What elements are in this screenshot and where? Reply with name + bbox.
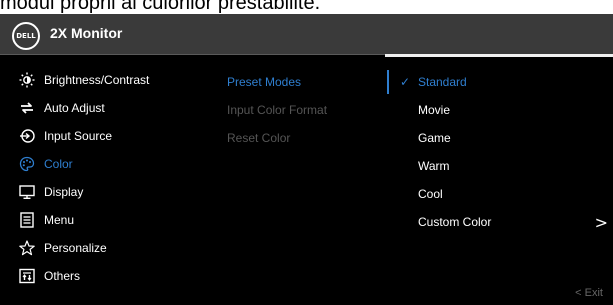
brightness-icon <box>18 71 36 89</box>
menu-item-label: Personalize <box>44 241 107 255</box>
menu-item-label: Color <box>44 157 73 171</box>
menu-item-input-source[interactable]: Input Source <box>18 124 112 148</box>
menu-item-label: Brightness/Contrast <box>44 73 150 87</box>
menu-item-label: Auto Adjust <box>44 101 105 115</box>
option-warm[interactable]: Warm <box>400 156 612 176</box>
options-header-bar <box>385 54 613 57</box>
checkmark-icon: ✓ <box>400 75 411 89</box>
submenu-item-reset-color[interactable]: Reset Color <box>227 128 290 148</box>
submenu-item-input-color-format[interactable]: Input Color Format <box>227 100 327 120</box>
menu-item-label: Menu <box>44 213 75 227</box>
menu-item-label: Input Source <box>44 129 113 143</box>
exit-button[interactable]: < Exit <box>575 287 603 299</box>
option-label: Game <box>418 131 451 145</box>
option-label: Warm <box>418 159 450 173</box>
auto-adjust-icon <box>18 99 36 117</box>
option-standard[interactable]: ✓ Standard <box>400 72 612 92</box>
title-divider <box>0 54 385 55</box>
option-custom-color[interactable]: Custom Color > <box>400 212 612 232</box>
option-label: Movie <box>418 103 451 117</box>
input-source-icon <box>18 127 36 145</box>
star-icon <box>18 239 36 257</box>
submenu-item-preset-modes[interactable]: Preset Modes <box>227 72 301 92</box>
window-title: 2X Monitor <box>50 25 123 41</box>
palette-icon <box>18 155 36 173</box>
menu-icon <box>18 211 36 229</box>
others-icon <box>18 267 36 285</box>
title-bar: DELL 2X Monitor <box>0 14 613 54</box>
chevron-right-icon: > <box>594 213 608 232</box>
menu-item-label: Display <box>44 185 84 199</box>
menu-item-color[interactable]: Color <box>18 152 73 176</box>
menu-item-display[interactable]: Display <box>18 180 83 204</box>
menu-item-label: Others <box>44 269 81 283</box>
option-label: Cool <box>418 187 443 201</box>
page-caption: modul proprii al culorilor prestabilite. <box>0 0 321 14</box>
option-movie[interactable]: Movie <box>400 100 612 120</box>
display-icon <box>18 183 36 201</box>
menu-item-auto-adjust[interactable]: Auto Adjust <box>18 96 105 120</box>
menu-item-menu[interactable]: Menu <box>18 208 74 232</box>
osd-window: DELL 2X Monitor Brightness/Contrast Auto… <box>0 14 613 305</box>
menu-item-personalize[interactable]: Personalize <box>18 236 107 260</box>
menu-item-brightness-contrast[interactable]: Brightness/Contrast <box>18 68 149 92</box>
menu-item-others[interactable]: Others <box>18 264 80 288</box>
selection-cursor <box>387 70 389 94</box>
dell-logo: DELL <box>12 22 40 50</box>
option-game[interactable]: Game <box>400 128 612 148</box>
option-label: Custom Color <box>418 215 492 229</box>
option-cool[interactable]: Cool <box>400 184 612 204</box>
option-label: Standard <box>418 75 467 89</box>
